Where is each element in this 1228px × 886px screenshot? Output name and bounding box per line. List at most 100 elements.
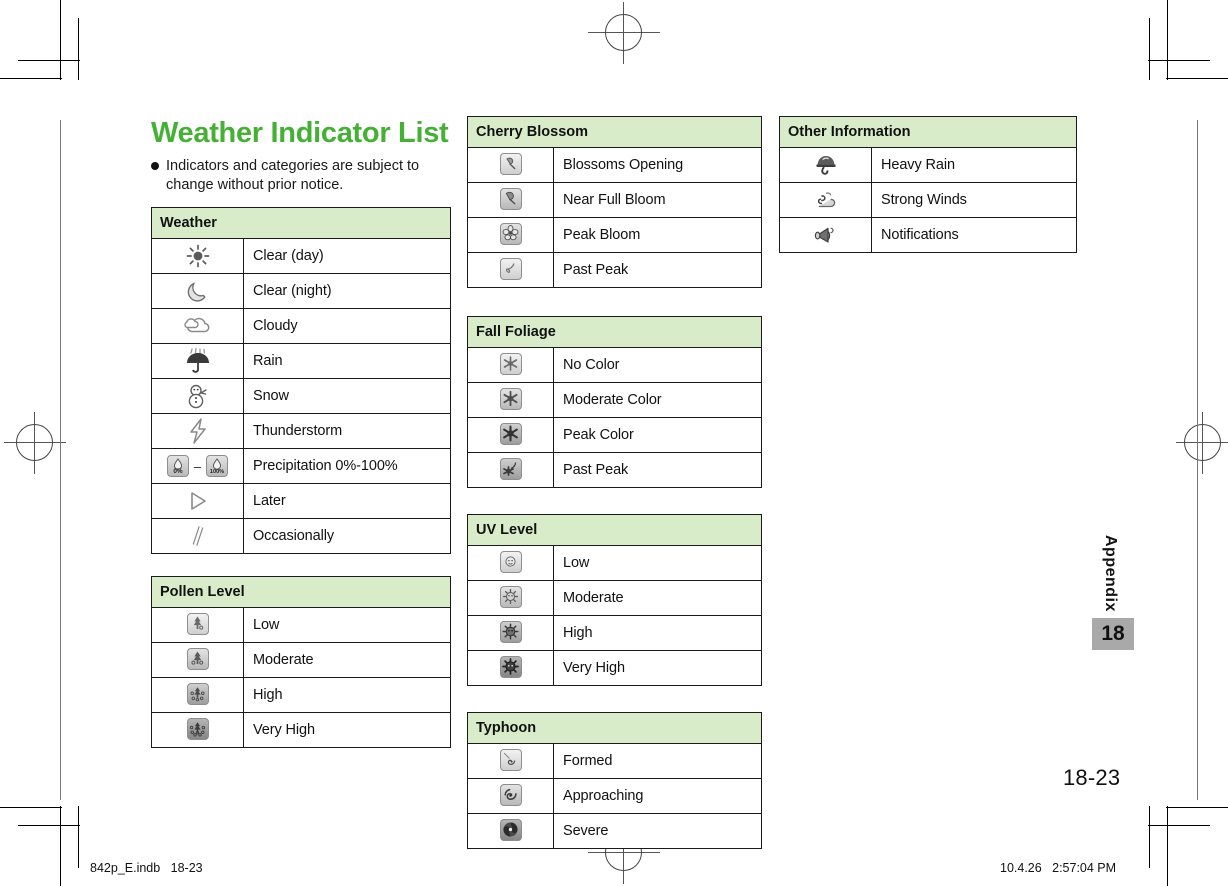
row-label: Near Full Bloom <box>553 182 762 218</box>
leaf-no-color-icon <box>467 347 554 383</box>
typhoon-approaching-icon <box>467 778 554 814</box>
leaf-past-peak-icon <box>467 452 554 488</box>
leaf-peak-color-icon <box>467 417 554 453</box>
table-cherry-blossom: Cherry Blossom Blossoms Opening Near Ful… <box>467 116 762 288</box>
table-row: Blossoms Opening <box>467 147 762 183</box>
row-label: Heavy Rain <box>881 157 955 173</box>
row-label: Low <box>253 617 280 633</box>
blossom-peak-icon <box>467 217 554 253</box>
table-row: Approaching <box>467 778 762 814</box>
umbrella-rain-icon <box>151 343 244 379</box>
row-label: Clear (day) <box>253 248 324 264</box>
cloud-icon <box>151 308 244 344</box>
table-row: Peak Color <box>467 417 762 453</box>
page-folio: 18-23 <box>1063 765 1121 790</box>
row-label: Severe <box>553 813 762 849</box>
table-row: Near Full Bloom <box>467 182 762 218</box>
table-uv-level: UV Level Low Moderate High Very High <box>467 514 762 686</box>
table-row: Strong Winds <box>779 182 1077 218</box>
table-row: Very High <box>467 650 762 686</box>
table-row: Formed <box>467 743 762 779</box>
row-label: Later <box>243 483 451 519</box>
column-middle: Cherry Blossom Blossoms Opening Near Ful… <box>467 116 762 849</box>
heavy-rain-icon <box>779 147 872 183</box>
table-row: Past Peak <box>467 452 762 488</box>
precipitation-range-icon: 0% – 100% <box>151 448 244 484</box>
table-row: Clear (day) <box>151 238 451 274</box>
sun-icon <box>151 238 244 274</box>
table-row: Moderate Color <box>467 382 762 418</box>
uv-high-icon <box>467 615 554 651</box>
row-label: Formed <box>563 753 613 769</box>
row-label: Cloudy <box>243 308 451 344</box>
table-row: Snow <box>151 378 451 414</box>
row-label: Precipitation 0%-100% <box>243 448 451 484</box>
row-label: Snow <box>243 378 451 414</box>
table-row: Thunderstorm <box>151 413 451 449</box>
precip-max-label: 100% <box>210 469 224 475</box>
table-row: Moderate <box>151 642 451 678</box>
row-label: Blossoms Opening <box>563 157 684 173</box>
row-label: Notifications <box>871 217 1077 253</box>
pollen-moderate-icon <box>151 642 244 678</box>
crescent-moon-icon <box>151 273 244 309</box>
table-row: Rain <box>151 343 451 379</box>
uv-low-icon <box>467 545 554 581</box>
row-label: Peak Color <box>553 417 762 453</box>
row-label: Thunderstorm <box>243 413 451 449</box>
table-typhoon: Typhoon Formed Approaching Severe <box>467 712 762 849</box>
table-row: Very High <box>151 712 451 748</box>
row-label: Occasionally <box>243 518 451 554</box>
precip-min-label: 0% <box>173 468 183 475</box>
table-header-uv-level: UV Level <box>467 514 762 546</box>
table-row: 0% – 100% Precipitation 0%-100% <box>151 448 451 484</box>
table-row: No Color <box>467 347 762 383</box>
table-row: Occasionally <box>151 518 451 554</box>
side-tab-appendix: Appendix <box>1102 535 1119 612</box>
precip-0-icon: 0% <box>166 455 189 477</box>
page-title: Weather Indicator List <box>151 117 449 149</box>
table-other-information: Other Information Heavy Rain Strong Wind… <box>779 116 1077 253</box>
blossom-near-full-icon <box>467 182 554 218</box>
table-header-pollen-level: Pollen Level <box>151 576 451 608</box>
row-label: Approaching <box>553 778 762 814</box>
page-note: Indicators and categories are subject to… <box>151 157 462 195</box>
chapter-number-box: 18 <box>1092 618 1134 650</box>
lightning-bolt-icon <box>151 413 244 449</box>
blossom-bud-icon <box>467 147 554 183</box>
row-label: Very High <box>553 650 762 686</box>
table-row: Past Peak <box>467 252 762 288</box>
table-row: Low <box>467 545 762 581</box>
row-label: Moderate <box>553 580 762 616</box>
row-label: Peak Bloom <box>553 217 762 253</box>
table-row: Low <box>151 607 451 643</box>
row-label: Moderate <box>243 642 451 678</box>
table-row: Clear (night) <box>151 273 451 309</box>
table-header-cherry-blossom: Cherry Blossom <box>467 116 762 148</box>
row-label: Low <box>563 555 590 571</box>
row-label: Past Peak <box>553 252 762 288</box>
column-left: Weather Indicator List Indicators and ca… <box>151 116 451 748</box>
table-header-weather: Weather <box>151 207 451 239</box>
row-label: No Color <box>563 357 620 373</box>
table-row: Later <box>151 483 451 519</box>
table-row: Heavy Rain <box>779 147 1077 183</box>
table-header-fall-foliage: Fall Foliage <box>467 316 762 348</box>
pollen-low-icon <box>151 607 244 643</box>
notifications-megaphone-icon <box>779 217 872 253</box>
row-label: Past Peak <box>553 452 762 488</box>
strong-winds-icon <box>779 182 872 218</box>
row-label: Very High <box>243 712 451 748</box>
page-note-text: Indicators and categories are subject to… <box>166 158 420 193</box>
blossom-past-peak-icon <box>467 252 554 288</box>
precip-100-icon: 100% <box>206 455 229 477</box>
pollen-very-high-icon <box>151 712 244 748</box>
footer-right-timestamp: 10.4.26 2:57:04 PM <box>1000 861 1117 875</box>
column-right: Other Information Heavy Rain Strong Wind… <box>779 116 1077 253</box>
table-row: High <box>467 615 762 651</box>
table-row: Severe <box>467 813 762 849</box>
typhoon-severe-icon <box>467 813 554 849</box>
row-label: High <box>553 615 762 651</box>
uv-moderate-icon <box>467 580 554 616</box>
table-header-other-information: Other Information <box>779 116 1077 148</box>
